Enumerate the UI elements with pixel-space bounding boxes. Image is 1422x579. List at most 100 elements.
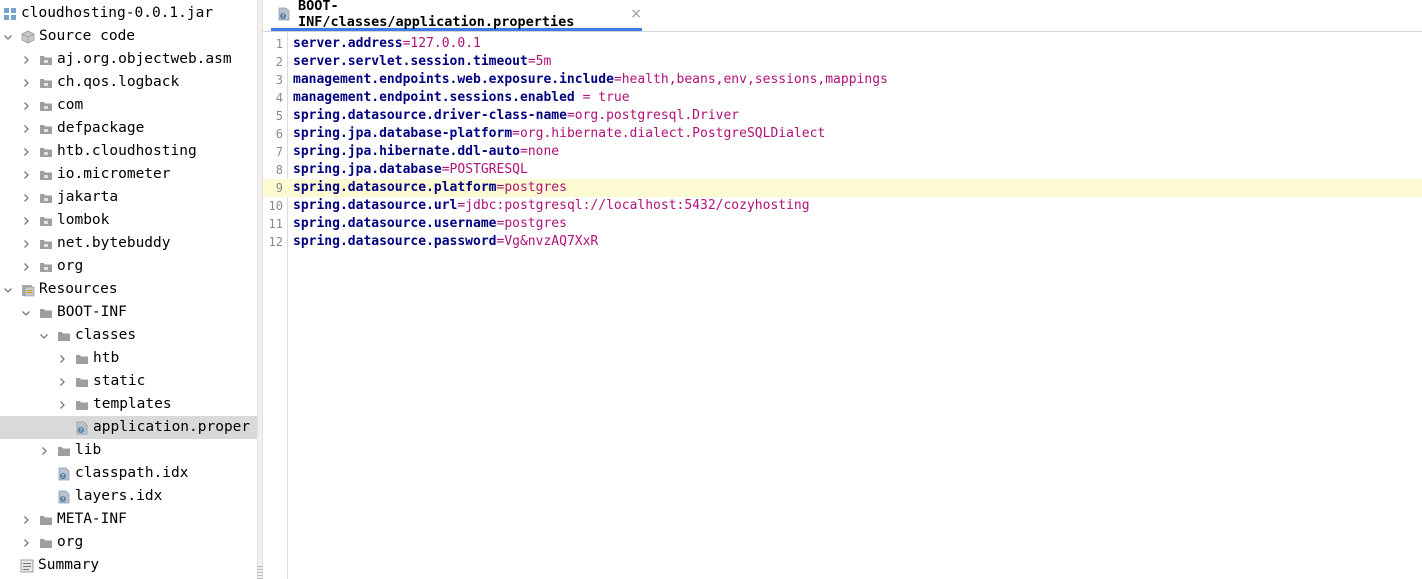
code-text[interactable]: server.address=127.0.0.1	[293, 35, 481, 53]
tree-summary-label: Summary	[38, 557, 100, 573]
tree-package[interactable]: org	[0, 255, 257, 278]
tree-layers-idx-label: layers.idx	[75, 488, 163, 504]
chevron-right-icon[interactable]	[21, 48, 31, 71]
tree-meta-inf-label: META-INF	[57, 511, 127, 527]
tree-package[interactable]: lombok	[0, 209, 257, 232]
tree-application-properties[interactable]: ? application.proper	[0, 416, 257, 439]
code-line[interactable]: 3 management.endpoints.web.exposure.inclu…	[263, 71, 1422, 89]
chevron-right-icon[interactable]	[21, 94, 31, 117]
property-key: spring.datasource.driver-class-name	[293, 108, 567, 123]
chevron-right-icon[interactable]	[39, 439, 49, 462]
resources-folder-icon	[22, 284, 35, 296]
chevron-right-icon[interactable]	[21, 71, 31, 94]
chevron-right-icon[interactable]	[21, 232, 31, 255]
chevron-right-icon[interactable]	[57, 393, 67, 416]
property-key: spring.jpa.database	[293, 162, 442, 177]
chevron-right-icon[interactable]	[57, 370, 67, 393]
properties-file-icon: ?	[76, 421, 88, 434]
chevron-down-icon[interactable]	[21, 301, 31, 324]
file-icon: ?	[58, 490, 70, 503]
chevron-down-icon[interactable]	[3, 278, 13, 301]
property-separator: =	[512, 126, 520, 141]
chevron-right-icon[interactable]	[21, 255, 31, 278]
code-line[interactable]: 6 spring.jpa.database-platform=org.hibern…	[263, 125, 1422, 143]
tree-folder[interactable]: templates	[0, 393, 257, 416]
chevron-right-icon[interactable]	[21, 508, 31, 531]
folder-icon	[40, 538, 52, 548]
project-tree[interactable]: cloudhosting-0.0.1.jar Source code Resou…	[0, 0, 257, 579]
tree-classpath-idx[interactable]: ? classpath.idx	[0, 462, 257, 485]
code-text[interactable]: spring.jpa.hibernate.ddl-auto=none	[293, 143, 559, 161]
code-line[interactable]: 2 server.servlet.session.timeout=5m	[263, 53, 1422, 71]
code-line[interactable]: 10 spring.datasource.url=jdbc:postgresql:…	[263, 197, 1422, 215]
tab-title: BOOT-INF/classes/application.properties	[298, 0, 575, 30]
svg-text:?: ?	[62, 497, 65, 503]
summary-icon	[20, 559, 34, 572]
tab-application-properties[interactable]: ? BOOT-INF/classes/application.propertie…	[271, 0, 642, 31]
tree-root-jar[interactable]: cloudhosting-0.0.1.jar	[0, 2, 257, 25]
chevron-right-icon[interactable]	[21, 531, 31, 554]
code-line[interactable]: 4 management.endpoint.sessions.enabled = …	[263, 89, 1422, 107]
tree-package[interactable]: htb.cloudhosting	[0, 140, 257, 163]
tree-resources-org[interactable]: org	[0, 531, 257, 554]
code-text[interactable]: spring.jpa.database-platform=org.hiberna…	[293, 125, 825, 143]
code-text[interactable]: spring.datasource.url=jdbc:postgresql://…	[293, 197, 810, 215]
code-line[interactable]: 7 spring.jpa.hibernate.ddl-auto=none	[263, 143, 1422, 161]
tree-folder[interactable]: static	[0, 370, 257, 393]
code-text[interactable]: server.servlet.session.timeout=5m	[293, 53, 551, 71]
tree-folder[interactable]: htb	[0, 347, 257, 370]
tree-lib[interactable]: lib	[0, 439, 257, 462]
chevron-right-icon[interactable]	[21, 186, 31, 209]
package-icon	[40, 101, 52, 111]
chevron-right-icon[interactable]	[21, 209, 31, 232]
code-text[interactable]: spring.datasource.platform=postgres	[293, 179, 567, 197]
chevron-right-icon[interactable]	[21, 140, 31, 163]
chevron-right-icon[interactable]	[21, 117, 31, 140]
property-separator: =	[441, 162, 450, 177]
tree-boot-inf[interactable]: BOOT-INF	[0, 301, 257, 324]
code-text[interactable]: management.endpoint.sessions.enabled = t…	[293, 89, 630, 107]
tree-classpath-idx-label: classpath.idx	[75, 465, 189, 481]
property-value: org.hibernate.dialect.PostgreSQLDialect	[519, 126, 826, 141]
code-line[interactable]: 11 spring.datasource.username=postgres	[263, 215, 1422, 233]
code-line[interactable]: 8 spring.jpa.database=POSTGRESQL	[263, 161, 1422, 179]
tree-summary[interactable]: Summary	[0, 554, 257, 577]
close-icon[interactable]: ×	[630, 6, 642, 22]
code-line[interactable]: 5 spring.datasource.driver-class-name=org…	[263, 107, 1422, 125]
chevron-right-icon[interactable]	[57, 347, 67, 370]
tree-layers-idx[interactable]: ? layers.idx	[0, 485, 257, 508]
property-separator: =	[574, 90, 599, 105]
code-line[interactable]: 1 server.address=127.0.0.1	[263, 35, 1422, 53]
code-editor[interactable]: 1 server.address=127.0.0.1 2 server.servlet…	[263, 32, 1422, 579]
code-line[interactable]: 12 spring.datasource.password=Vg&nvzAQ7Xx…	[263, 233, 1422, 251]
tree-package-label: io.micrometer	[57, 166, 171, 182]
tree-resources-org-label: org	[57, 534, 84, 550]
tree-package[interactable]: defpackage	[0, 117, 257, 140]
line-number: 12	[268, 235, 283, 249]
property-key: spring.jpa.database-platform	[293, 126, 513, 141]
tree-meta-inf[interactable]: META-INF	[0, 508, 257, 531]
package-icon	[40, 55, 52, 65]
code-line[interactable]: 9 spring.datasource.platform=postgres	[263, 179, 1422, 197]
property-value: health,beans,env,sessions,mappings	[621, 72, 888, 87]
property-value: Vg&nvzAQ7XxR	[504, 234, 599, 249]
chevron-right-icon[interactable]	[21, 163, 31, 186]
tree-package[interactable]: jakarta	[0, 186, 257, 209]
code-text[interactable]: spring.jpa.database=POSTGRESQL	[293, 161, 528, 179]
code-text[interactable]: spring.datasource.password=Vg&nvzAQ7XxR	[293, 233, 598, 251]
code-text[interactable]: spring.datasource.driver-class-name=org.…	[293, 107, 739, 125]
tree-classes[interactable]: classes	[0, 324, 257, 347]
tree-package[interactable]: com	[0, 94, 257, 117]
tree-package[interactable]: net.bytebuddy	[0, 232, 257, 255]
tree-resources[interactable]: Resources	[0, 278, 257, 301]
code-text[interactable]: management.endpoints.web.exposure.includ…	[293, 71, 888, 89]
tree-package[interactable]: ch.qos.logback	[0, 71, 257, 94]
line-number: 7	[275, 145, 283, 159]
tree-package[interactable]: aj.org.objectweb.asm	[0, 48, 257, 71]
chevron-down-icon[interactable]	[39, 324, 49, 347]
tree-source-code[interactable]: Source code	[0, 25, 257, 48]
tree-folder-label: htb	[93, 350, 120, 366]
code-text[interactable]: spring.datasource.username=postgres	[293, 215, 567, 233]
chevron-down-icon[interactable]	[3, 25, 13, 48]
tree-package[interactable]: io.micrometer	[0, 163, 257, 186]
